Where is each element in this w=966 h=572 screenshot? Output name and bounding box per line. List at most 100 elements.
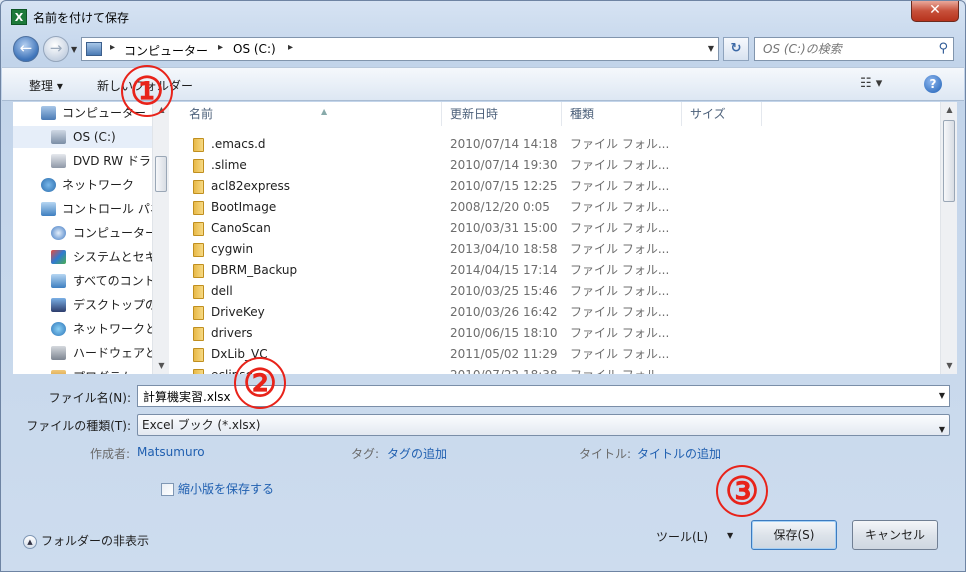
file-date: 2010/03/26 16:42 <box>450 305 558 319</box>
nav-item-ease-of-access[interactable]: コンピューターの簡単操作 <box>13 222 153 244</box>
tools-dropdown-icon[interactable]: ▼ <box>727 531 733 540</box>
nav-item-label: すべてのコントロール パネル項目 <box>73 274 153 288</box>
file-date: 2010/07/22 18:38 <box>450 365 558 374</box>
file-date: 2013/04/10 18:58 <box>450 242 558 256</box>
address-dropdown-icon[interactable]: ▼ <box>708 44 714 53</box>
breadcrumb-separator-icon[interactable]: ▸ <box>288 42 293 53</box>
file-type: ファイル フォル... <box>570 263 670 277</box>
file-date: 2008/12/20 0:05 <box>450 200 550 214</box>
tags-label: タグ: <box>351 447 380 461</box>
search-icon[interactable]: ⚲ <box>938 41 948 56</box>
cancel-button[interactable]: キャンセル <box>852 520 938 550</box>
file-list: 名前 ▲ 更新日時 種類 サイズ .emacs.d 2010/07/14 14:1… <box>169 102 940 374</box>
breadcrumb-separator-icon[interactable]: ▸ <box>110 42 115 53</box>
save-button[interactable]: 保存(S) <box>751 520 837 550</box>
network-internet-icon <box>51 322 66 336</box>
file-row[interactable]: BootImage 2008/12/20 0:05 ファイル フォル... <box>169 197 940 218</box>
history-dropdown-icon[interactable]: ▼ <box>71 45 77 54</box>
nav-item-os-drive[interactable]: OS (C:) <box>13 126 153 148</box>
folder-icon <box>193 201 204 215</box>
nav-item-hardware-sound[interactable]: ハードウェアとサウンド <box>13 342 153 364</box>
scroll-up-icon[interactable]: ▲ <box>941 102 958 118</box>
nav-item-all-control-panel[interactable]: すべてのコントロール パネル項目 <box>13 270 153 292</box>
folder-icon <box>193 306 204 320</box>
breadcrumb-computer[interactable]: コンピューター <box>124 42 208 59</box>
nav-item-desktop-customize[interactable]: デスクトップのカスタマイズ <box>13 294 153 316</box>
chevron-down-icon[interactable]: ▼ <box>939 391 945 400</box>
filetype-select[interactable]: Excel ブック (*.xlsx) ▼ <box>137 414 950 436</box>
nav-item-label: システムとセキュリティ <box>73 250 153 264</box>
tags-value[interactable]: タグの追加 <box>387 445 447 462</box>
nav-item-dvd-drive[interactable]: DVD RW ドライブ <box>13 150 153 172</box>
hide-folders-label: フォルダーの非表示 <box>41 534 150 548</box>
nav-item-label: OS (C:) <box>73 130 116 144</box>
file-date: 2010/06/15 18:10 <box>450 326 558 340</box>
nav-item-system-security[interactable]: システムとセキュリティ <box>13 246 153 268</box>
file-type: ファイル フォル... <box>570 326 670 340</box>
file-type: ファイル フォル... <box>570 137 670 151</box>
title-label: タイトル: <box>579 447 632 461</box>
save-thumbnail-checkbox[interactable] <box>161 483 174 496</box>
breadcrumb-separator-icon[interactable]: ▸ <box>218 42 223 53</box>
filetype-value: Excel ブック (*.xlsx) <box>142 418 261 432</box>
folder-icon <box>193 348 204 362</box>
title-value[interactable]: タイトルの追加 <box>637 445 721 462</box>
scroll-down-icon[interactable]: ▼ <box>941 358 958 374</box>
file-list-scrollbar[interactable]: ▲ ▼ <box>940 102 957 374</box>
file-row[interactable]: cygwin 2013/04/10 18:58 ファイル フォル... <box>169 239 940 260</box>
file-row[interactable]: drivers 2010/06/15 18:10 ファイル フォル... <box>169 323 940 344</box>
file-name: acl82express <box>211 179 291 193</box>
file-row[interactable]: DBRM_Backup 2014/04/15 17:14 ファイル フォル... <box>169 260 940 281</box>
scroll-down-icon[interactable]: ▼ <box>153 358 170 374</box>
file-row[interactable]: DxLib_VC 2011/05/02 11:29 ファイル フォル... <box>169 344 940 365</box>
file-row[interactable]: .emacs.d 2010/07/14 14:18 ファイル フォル... <box>169 134 940 155</box>
address-bar[interactable]: ▸ コンピューター ▸ OS (C:) ▸ ▼ <box>81 37 719 61</box>
security-icon <box>51 250 66 264</box>
title-bar[interactable]: X 名前を付けて保存 ✕ <box>1 1 965 33</box>
file-name: BootImage <box>211 200 277 214</box>
close-button[interactable]: ✕ <box>911 1 959 22</box>
chevron-up-icon: ▲ <box>23 534 37 549</box>
help-icon[interactable]: ? <box>924 75 942 93</box>
back-button[interactable]: ← <box>13 36 39 62</box>
author-value[interactable]: Matsumuro <box>137 445 205 459</box>
file-row[interactable]: dell 2010/03/25 15:46 ファイル フォル... <box>169 281 940 302</box>
nav-item-network-internet[interactable]: ネットワークとインターネット <box>13 318 153 340</box>
file-row[interactable]: CanoScan 2010/03/31 15:00 ファイル フォル... <box>169 218 940 239</box>
nav-item-programs[interactable]: プログラム <box>13 366 153 374</box>
scroll-thumb[interactable] <box>943 120 955 202</box>
hide-folders-button[interactable]: ▲ フォルダーの非表示 <box>23 532 149 549</box>
file-row[interactable]: acl82express 2010/07/15 12:25 ファイル フォル... <box>169 176 940 197</box>
refresh-button[interactable]: ↻ <box>723 37 749 61</box>
column-header-name[interactable]: 名前 ▲ <box>181 102 442 126</box>
save-thumbnail-label[interactable]: 縮小版を保存する <box>178 480 274 497</box>
column-header-size[interactable]: サイズ <box>682 102 762 126</box>
file-name: .slime <box>211 158 247 172</box>
column-header-modified[interactable]: 更新日時 <box>442 102 562 126</box>
breadcrumb-os-drive[interactable]: OS (C:) <box>233 42 276 56</box>
computer-icon <box>86 42 102 56</box>
file-type: ファイル フォル... <box>570 158 670 172</box>
tools-button[interactable]: ツール(L) <box>656 528 708 545</box>
column-header-type[interactable]: 種類 <box>562 102 682 126</box>
navigation-scrollbar[interactable]: ▲ ▼ <box>152 102 169 374</box>
nav-item-control-panel[interactable]: コントロール パネル <box>13 198 153 220</box>
file-date: 2010/03/31 15:00 <box>450 221 558 235</box>
file-row[interactable]: eclipse2010/07/22 18:38ファイル フォル... <box>169 365 940 374</box>
file-name: DBRM_Backup <box>211 263 298 277</box>
forward-button[interactable]: → <box>43 36 69 62</box>
chevron-down-icon[interactable]: ▼ <box>939 420 945 440</box>
change-view-icon[interactable]: ☷ ▾ <box>860 76 882 91</box>
scroll-thumb[interactable] <box>155 156 167 192</box>
file-name: CanoScan <box>211 221 271 235</box>
nav-item-label: コントロール パネル <box>62 202 153 216</box>
annotation-badge-3: ③ <box>716 465 768 517</box>
search-box[interactable]: ⚲ <box>754 37 954 61</box>
nav-item-network[interactable]: ネットワーク <box>13 174 153 196</box>
file-row[interactable]: DriveKey 2010/03/26 16:42 ファイル フォル... <box>169 302 940 323</box>
search-input[interactable] <box>761 39 931 59</box>
file-row[interactable]: .slime 2010/07/14 19:30 ファイル フォル... <box>169 155 940 176</box>
folder-icon <box>193 369 204 374</box>
ease-of-access-icon <box>51 226 66 240</box>
organize-button[interactable]: 整理 ▾ <box>29 77 63 94</box>
